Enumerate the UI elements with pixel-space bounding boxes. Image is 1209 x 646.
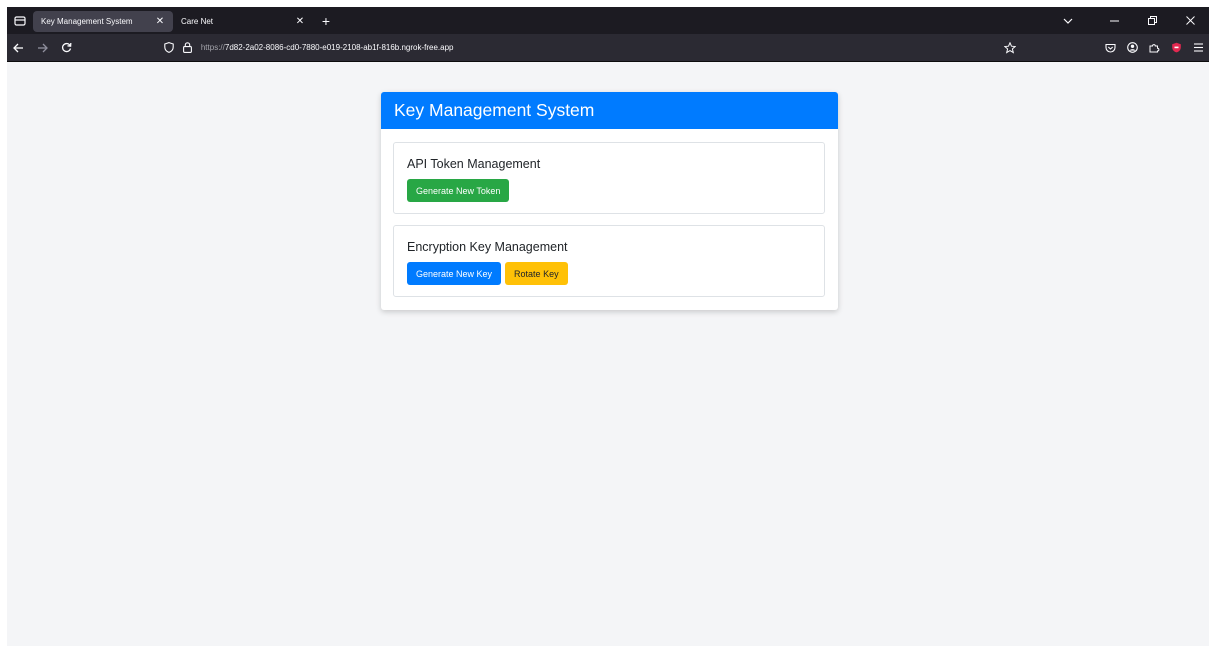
- page-content: Key Management System API Token Manageme…: [7, 63, 1209, 646]
- rotate-key-button[interactable]: Rotate Key: [505, 262, 568, 285]
- navigation-bar: https://7d82-2a02-8086-cd0-7880-e019-210…: [7, 34, 1209, 62]
- hamburger-menu-icon[interactable]: [1187, 36, 1209, 60]
- url-scheme: https://: [200, 43, 225, 52]
- generate-new-key-button[interactable]: Generate New Key: [407, 262, 502, 285]
- toolbar-right: [1099, 36, 1209, 60]
- url-host: 7d82-2a02-8086-cd0-7880-e019-2108-ab1f-8…: [224, 43, 454, 52]
- back-arrow-icon[interactable]: [7, 36, 31, 60]
- forward-arrow-icon[interactable]: [31, 36, 55, 60]
- section-title: Encryption Key Management: [407, 240, 568, 254]
- lock-icon[interactable]: [180, 40, 196, 56]
- tab-key-management-system[interactable]: Key Management System ✕: [33, 10, 173, 32]
- tab-menu-icon[interactable]: [7, 7, 33, 34]
- star-icon[interactable]: [999, 37, 1021, 59]
- encryption-key-section: Encryption Key Management Generate New K…: [393, 225, 825, 297]
- plus-icon[interactable]: +: [315, 10, 337, 32]
- address-bar[interactable]: https://7d82-2a02-8086-cd0-7880-e019-210…: [157, 37, 1027, 59]
- key-management-card: Key Management System API Token Manageme…: [381, 92, 838, 310]
- account-icon[interactable]: [1121, 36, 1143, 60]
- section-title: API Token Management: [407, 157, 541, 171]
- chevron-down-icon[interactable]: [1053, 7, 1083, 34]
- close-icon[interactable]: [1171, 7, 1209, 34]
- tab-label: Care Net: [181, 16, 214, 26]
- extensions-icon[interactable]: [1143, 36, 1165, 60]
- button-row: Generate New Key Rotate Key: [407, 262, 568, 285]
- tab-label: Key Management System: [41, 16, 133, 26]
- page-title: Key Management System: [381, 92, 838, 129]
- url-text[interactable]: https://7d82-2a02-8086-cd0-7880-e019-210…: [201, 43, 454, 52]
- browser-window: Key Management System ✕ Care Net ✕ + htt…: [7, 7, 1209, 646]
- tab-care-net[interactable]: Care Net ✕: [173, 11, 313, 32]
- minimize-icon[interactable]: [1095, 7, 1133, 34]
- pocket-icon[interactable]: [1099, 36, 1121, 60]
- generate-new-token-button[interactable]: Generate New Token: [407, 179, 510, 202]
- reload-icon[interactable]: [55, 36, 79, 60]
- close-icon[interactable]: ✕: [153, 14, 167, 28]
- api-token-section: API Token Management Generate New Token: [393, 142, 825, 214]
- shield-icon[interactable]: [161, 40, 177, 56]
- ublock-icon[interactable]: [1165, 36, 1187, 60]
- close-icon[interactable]: ✕: [293, 14, 307, 28]
- button-row: Generate New Token: [407, 179, 510, 202]
- window-controls: [1053, 7, 1209, 34]
- restore-icon[interactable]: [1133, 7, 1171, 34]
- tab-strip: Key Management System ✕ Care Net ✕ +: [7, 7, 1209, 34]
